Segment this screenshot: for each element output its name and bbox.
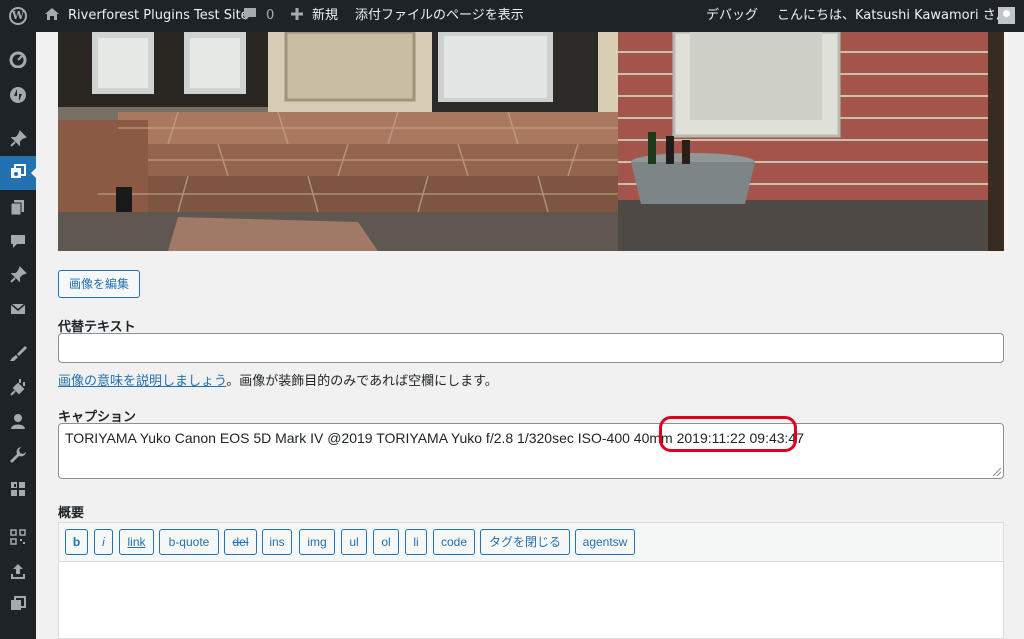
upload-icon[interactable] [0, 554, 36, 588]
quicktag-12-button[interactable]: agentsw [575, 529, 635, 555]
settings-grid-icon[interactable] [0, 472, 36, 506]
wordpress-logo-icon[interactable]: W [9, 7, 27, 25]
caption-value[interactable]: TORIYAMA Yuko Canon EOS 5D Mark IV @2019… [65, 430, 804, 446]
new-content-link[interactable]: 新規 [312, 0, 338, 32]
quicktag-7-button[interactable]: ul [341, 529, 367, 555]
quicktag-6-button[interactable]: img [299, 529, 335, 555]
account-greeting[interactable]: こんにちは、Katsushi Kawamori さん [777, 0, 1009, 32]
quicktag-4-button[interactable]: del [224, 529, 257, 555]
quicktag-11-button[interactable]: タグを閉じる [480, 529, 570, 555]
quicktag-8-button[interactable]: ol [373, 529, 399, 555]
caption-textarea[interactable]: TORIYAMA Yuko Canon EOS 5D Mark IV @2019… [58, 423, 1004, 479]
jetpack-icon[interactable] [0, 78, 36, 112]
quicktag-0-button[interactable]: b [65, 529, 88, 555]
avatar[interactable] [998, 7, 1015, 24]
comments-menu-icon[interactable] [0, 224, 36, 258]
attachment-image [58, 32, 1004, 251]
home-icon[interactable] [44, 0, 60, 32]
contact-mail-icon[interactable] [0, 292, 36, 326]
description-editor[interactable]: b i link b-quote del ins img ul ol li code タグを閉じる ag… [58, 522, 1004, 639]
posts-pin-icon[interactable] [0, 122, 36, 156]
quicktag-3-button[interactable]: b-quote [159, 529, 219, 555]
media-library-icon[interactable] [0, 588, 36, 622]
admin-menu [0, 32, 36, 639]
debug-link[interactable]: デバッグ [706, 0, 758, 32]
quicktag-9-button[interactable]: li [405, 529, 427, 555]
view-attachment-link[interactable]: 添付ファイルのページを表示 [355, 0, 524, 32]
resize-handle-icon[interactable] [993, 468, 1001, 476]
plugins-icon[interactable] [0, 370, 36, 404]
quicktag-2-button[interactable]: link [119, 529, 154, 555]
quicktag-5-button[interactable]: ins [262, 529, 292, 555]
comments-count[interactable]: 0 [266, 0, 274, 32]
alt-text-description: 画像の意味を説明しましょう。画像が装飾目的のみであれば空欄にします。 [58, 370, 498, 389]
edit-image-button[interactable]: 画像を編集 [58, 270, 141, 298]
quicktag-1-button[interactable]: i [94, 529, 113, 555]
description-label: 概要 [58, 506, 85, 521]
comments-icon[interactable] [242, 0, 258, 32]
alt-help-text: 。画像が装飾目的のみであれば空欄にします。 [226, 374, 498, 389]
users-icon[interactable] [0, 404, 36, 438]
appearance-brush-icon[interactable] [0, 336, 36, 370]
quicktags-toolbar: b i link b-quote del ins img ul ol li code タグを閉じる ag… [59, 523, 1003, 562]
admin-bar: W Riverforest Plugins Test Site 0 新規 添付フ… [0, 0, 1024, 32]
alt-text-field[interactable] [58, 333, 1004, 363]
pages-icon[interactable] [0, 190, 36, 224]
dashboard-icon[interactable] [0, 42, 36, 76]
plus-icon[interactable] [290, 0, 304, 32]
media-icon[interactable] [0, 156, 36, 190]
qr-code-icon[interactable] [0, 520, 36, 554]
custom-post-pin-icon[interactable] [0, 258, 36, 292]
tools-wrench-icon[interactable] [0, 438, 36, 472]
site-name-link[interactable]: Riverforest Plugins Test Site [68, 0, 249, 32]
alt-help-link[interactable]: 画像の意味を説明しましょう [58, 374, 226, 389]
quicktag-10-button[interactable]: code [433, 529, 475, 555]
